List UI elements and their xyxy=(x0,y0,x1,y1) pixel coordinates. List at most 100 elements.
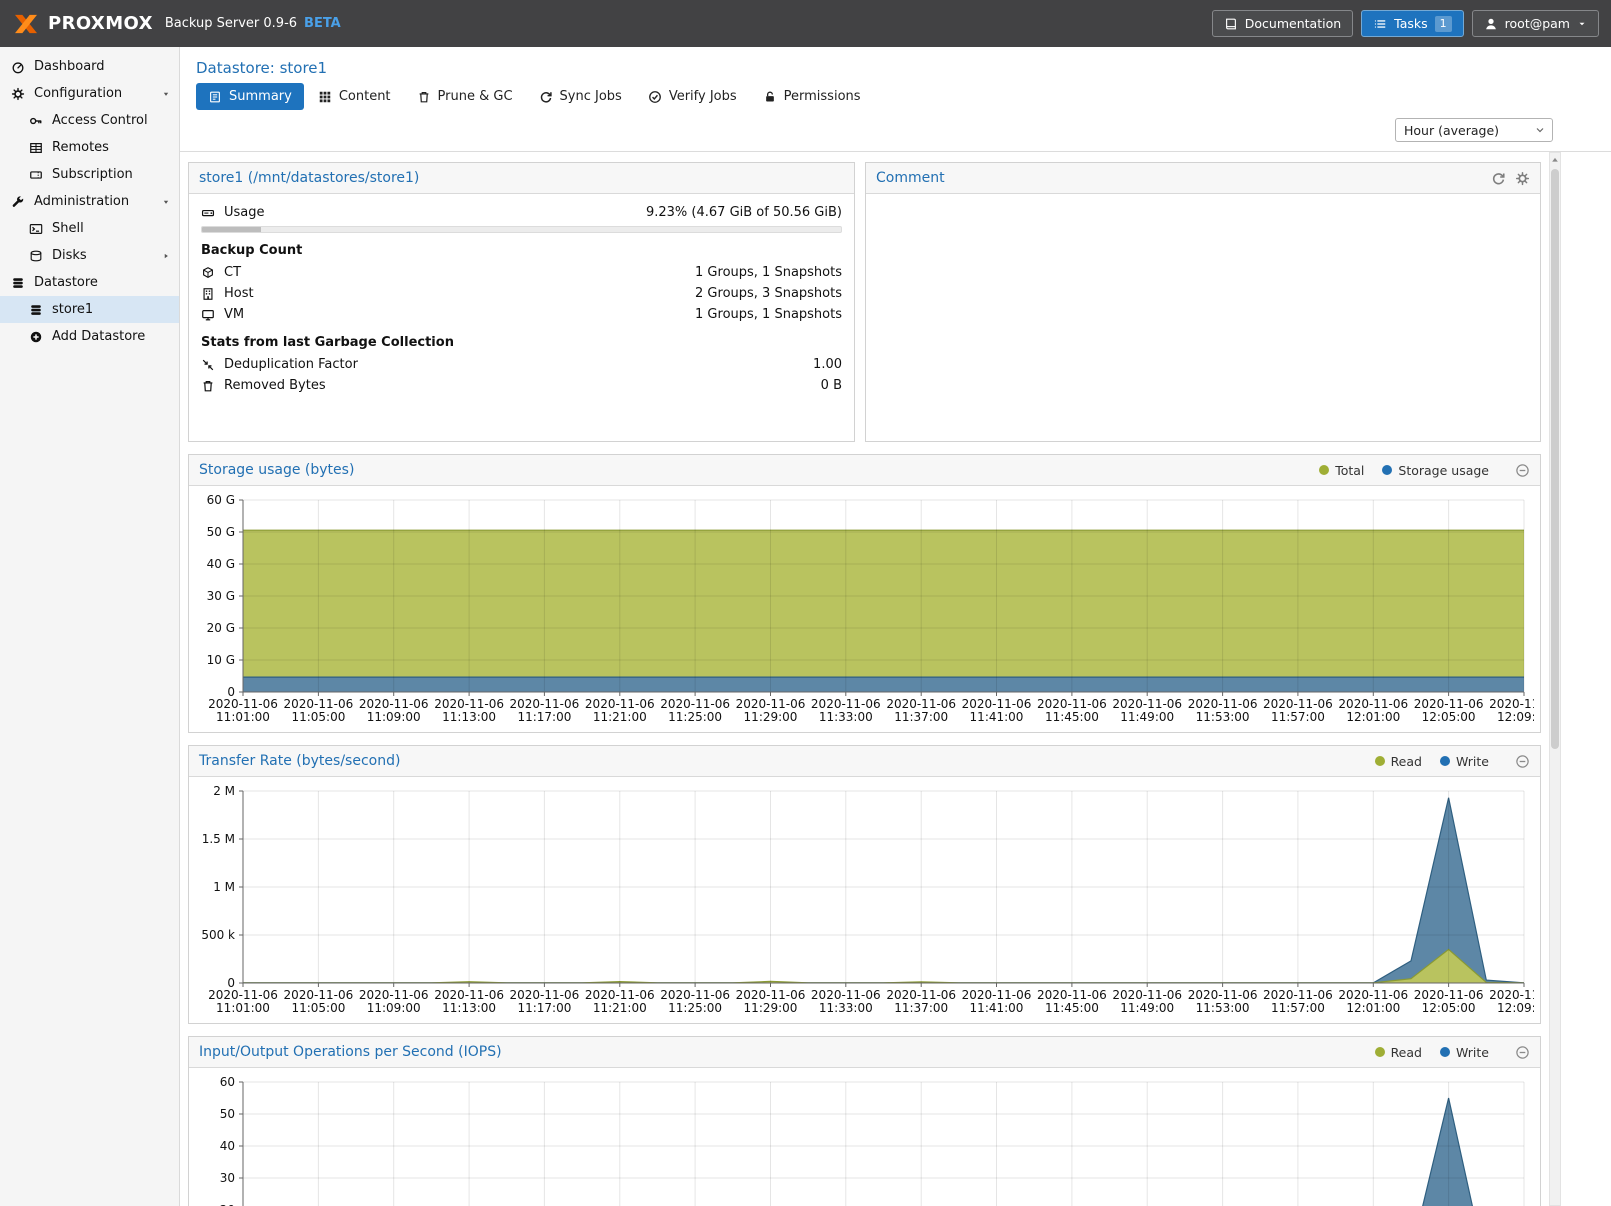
tasks-button[interactable]: Tasks 1 xyxy=(1361,10,1464,37)
svg-text:2020-11-06: 2020-11-06 xyxy=(962,988,1032,1002)
svg-text:2020-11-06: 2020-11-06 xyxy=(208,697,278,711)
row-label: Host xyxy=(224,286,254,301)
scroll-up-icon xyxy=(1550,155,1560,165)
triangle-right-icon[interactable] xyxy=(161,251,171,261)
legend-item-read[interactable]: Read xyxy=(1375,1045,1422,1060)
top-bar: PROXMOX Backup Server 0.9-6 BETA Documen… xyxy=(0,0,1611,47)
tab-permissions[interactable]: Permissions xyxy=(751,83,873,110)
legend-item-storage-usage[interactable]: Storage usage xyxy=(1382,463,1489,478)
proxmox-logo[interactable]: PROXMOX xyxy=(12,13,153,35)
svg-text:60 G: 60 G xyxy=(207,493,235,507)
comment-panel-title: Comment xyxy=(876,170,945,186)
sidebar-item-label: Configuration xyxy=(34,86,122,101)
svg-text:2020-11-06: 2020-11-06 xyxy=(1188,988,1258,1002)
triangle-down-icon[interactable] xyxy=(161,89,171,99)
svg-text:11:17:00: 11:17:00 xyxy=(517,710,571,724)
svg-text:11:25:00: 11:25:00 xyxy=(668,1001,722,1015)
tab-sync-jobs[interactable]: Sync Jobs xyxy=(527,83,634,110)
svg-text:12:09:00: 12:09:00 xyxy=(1497,1001,1534,1015)
tab-label: Content xyxy=(339,89,391,104)
svg-text:11:05:00: 11:05:00 xyxy=(291,710,345,724)
gear-icon[interactable] xyxy=(1515,171,1530,186)
sidebar-item-shell[interactable]: Shell xyxy=(0,215,179,242)
sidebar-item-disks[interactable]: Disks xyxy=(0,242,179,269)
svg-text:20 G: 20 G xyxy=(207,621,235,635)
storage-usage-body: 010 G20 G30 G40 G50 G60 G2020-11-0611:01… xyxy=(189,486,1540,732)
legend-item-read[interactable]: Read xyxy=(1375,754,1422,769)
gear-icon xyxy=(11,87,25,101)
sidebar-item-configuration[interactable]: Configuration xyxy=(0,80,179,107)
hdd-icon xyxy=(201,206,215,220)
sidebar-item-administration[interactable]: Administration xyxy=(0,188,179,215)
cube-icon xyxy=(201,266,215,280)
row-value: 1 Groups, 1 Snapshots xyxy=(695,265,842,280)
transfer-rate-title: Transfer Rate (bytes/second) xyxy=(199,753,400,769)
reload-icon[interactable] xyxy=(1491,171,1506,186)
svg-text:2020-11-06: 2020-11-06 xyxy=(886,988,956,1002)
proxmox-x-icon xyxy=(12,13,40,35)
tab-label: Prune & GC xyxy=(438,89,513,104)
sidebar-item-datastore[interactable]: Datastore xyxy=(0,269,179,296)
svg-text:11:41:00: 11:41:00 xyxy=(970,710,1024,724)
svg-text:2020-11-06: 2020-11-06 xyxy=(1188,697,1258,711)
triangle-down-icon[interactable] xyxy=(161,197,171,207)
sidebar-item-store1[interactable]: store1 xyxy=(0,296,179,323)
trash-icon xyxy=(201,379,215,393)
beta-link[interactable]: BETA xyxy=(304,16,341,31)
comment-panel: Comment xyxy=(865,162,1541,442)
vertical-scrollbar[interactable] xyxy=(1549,152,1561,1206)
tab-verify-jobs[interactable]: Verify Jobs xyxy=(636,83,749,110)
legend-item-write[interactable]: Write xyxy=(1440,754,1489,769)
timeframe-select[interactable]: Hour (average) xyxy=(1395,118,1553,142)
svg-text:12:01:00: 12:01:00 xyxy=(1346,1001,1400,1015)
table-icon xyxy=(29,141,43,155)
tab-prune-gc[interactable]: Prune & GC xyxy=(405,83,525,110)
svg-text:2020-11-06: 2020-11-06 xyxy=(434,988,504,1002)
svg-text:2020-11-06: 2020-11-06 xyxy=(962,697,1032,711)
svg-text:2020-11-06: 2020-11-06 xyxy=(1112,988,1182,1002)
svg-text:11:45:00: 11:45:00 xyxy=(1045,710,1099,724)
legend-label: Storage usage xyxy=(1398,463,1489,478)
summary-panel-title: store1 (/mnt/datastores/store1) xyxy=(199,170,419,186)
sidebar-item-dashboard[interactable]: Dashboard xyxy=(0,53,179,80)
tab-content[interactable]: Content xyxy=(306,83,403,110)
documentation-button[interactable]: Documentation xyxy=(1212,10,1353,37)
svg-text:2020-11-06: 2020-11-06 xyxy=(359,988,429,1002)
sidebar-item-add-datastore[interactable]: Add Datastore xyxy=(0,323,179,350)
user-icon xyxy=(1484,17,1498,31)
sidebar-item-access-control[interactable]: Access Control xyxy=(0,107,179,134)
storage-usage-title: Storage usage (bytes) xyxy=(199,462,354,478)
svg-text:11:29:00: 11:29:00 xyxy=(744,1001,798,1015)
svg-text:11:25:00: 11:25:00 xyxy=(668,710,722,724)
chevron-down-icon xyxy=(1534,124,1546,136)
row-value: 2 Groups, 3 Snapshots xyxy=(695,286,842,301)
user-menu-button[interactable]: root@pam xyxy=(1472,10,1599,37)
legend-item-total[interactable]: Total xyxy=(1319,463,1364,478)
legend-label: Write xyxy=(1456,1045,1489,1060)
monitor-icon xyxy=(201,308,215,322)
scrollbar-thumb[interactable] xyxy=(1551,169,1559,749)
svg-text:2020-11-06: 2020-11-06 xyxy=(1414,697,1484,711)
svg-text:11:09:00: 11:09:00 xyxy=(367,710,421,724)
legend-item-write[interactable]: Write xyxy=(1440,1045,1489,1060)
svg-text:11:21:00: 11:21:00 xyxy=(593,710,647,724)
row-label: CT xyxy=(224,265,241,280)
row-value: 0 B xyxy=(821,378,842,393)
svg-text:60: 60 xyxy=(220,1075,235,1089)
tab-summary[interactable]: Summary xyxy=(196,83,304,110)
scroll-up-button[interactable] xyxy=(1550,153,1560,167)
key-icon xyxy=(29,114,43,128)
svg-text:30: 30 xyxy=(220,1171,235,1185)
tab-label: Summary xyxy=(229,89,292,104)
svg-text:50 G: 50 G xyxy=(207,525,235,539)
sidebar-item-subscription[interactable]: Subscription xyxy=(0,161,179,188)
collapse-chart-icon[interactable] xyxy=(1515,463,1530,478)
collapse-chart-icon[interactable] xyxy=(1515,754,1530,769)
svg-text:11:13:00: 11:13:00 xyxy=(442,710,496,724)
sidebar-item-remotes[interactable]: Remotes xyxy=(0,134,179,161)
summary-row-host: Host 2 Groups, 3 Snapshots xyxy=(201,283,842,304)
legend-dot-icon xyxy=(1319,465,1329,475)
svg-text:11:33:00: 11:33:00 xyxy=(819,710,873,724)
svg-text:2020-11-06: 2020-11-06 xyxy=(1338,697,1408,711)
collapse-chart-icon[interactable] xyxy=(1515,1045,1530,1060)
